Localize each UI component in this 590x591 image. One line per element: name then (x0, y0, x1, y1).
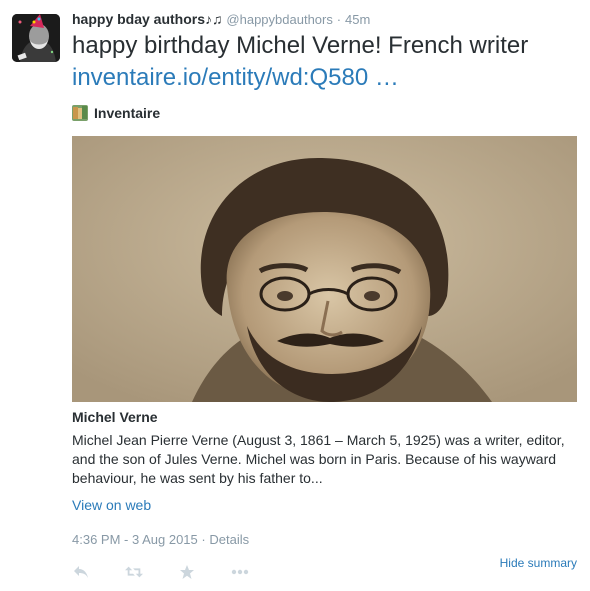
tweet-actions (72, 563, 284, 581)
retweet-icon[interactable] (125, 563, 143, 581)
hide-summary-link[interactable]: Hide summary (500, 556, 577, 570)
avatar[interactable] (12, 14, 60, 62)
provider-favicon-icon (72, 105, 88, 121)
tweet-header: happy bday authors♪♫ @happybdauthors · 4… (72, 10, 370, 29)
tweet-text-plain: happy birthday Michel Verne! French writ… (72, 32, 529, 59)
tweet-text: happy birthday Michel Verne! French writ… (72, 30, 572, 94)
tweet-meta: 4:36 PM - 3 Aug 2015 · Details (72, 532, 249, 547)
details-link[interactable]: Details (209, 532, 249, 547)
more-icon[interactable] (231, 563, 249, 581)
avatar-image (12, 14, 60, 62)
tweet-age[interactable]: 45m (345, 12, 370, 27)
music-notes-glyph: ♪♫ (205, 11, 223, 27)
tweet-link[interactable]: inventaire.io/entity/wd:Q580 … (72, 64, 399, 91)
tweet: happy bday authors♪♫ @happybdauthors · 4… (0, 0, 590, 591)
header-separator: · (336, 12, 342, 27)
display-name[interactable]: happy bday authors♪♫ (72, 11, 223, 27)
tweet-timestamp[interactable]: 4:36 PM - 3 Aug 2015 (72, 532, 198, 547)
screen-name[interactable]: @happybdauthors (226, 12, 332, 27)
card-description: Michel Jean Pierre Verne (August 3, 1861… (72, 432, 565, 486)
favorite-icon[interactable] (178, 563, 196, 581)
view-on-web-link[interactable]: View on web (72, 497, 151, 513)
card-image[interactable] (72, 136, 577, 402)
reply-icon[interactable] (72, 563, 90, 581)
portrait-photo (72, 136, 577, 402)
card-provider: Inventaire (72, 104, 160, 122)
display-name-text: happy bday authors (72, 11, 206, 27)
meta-separator: · (201, 532, 206, 547)
provider-name[interactable]: Inventaire (94, 105, 160, 121)
card-title[interactable]: Michel Verne (72, 409, 158, 425)
